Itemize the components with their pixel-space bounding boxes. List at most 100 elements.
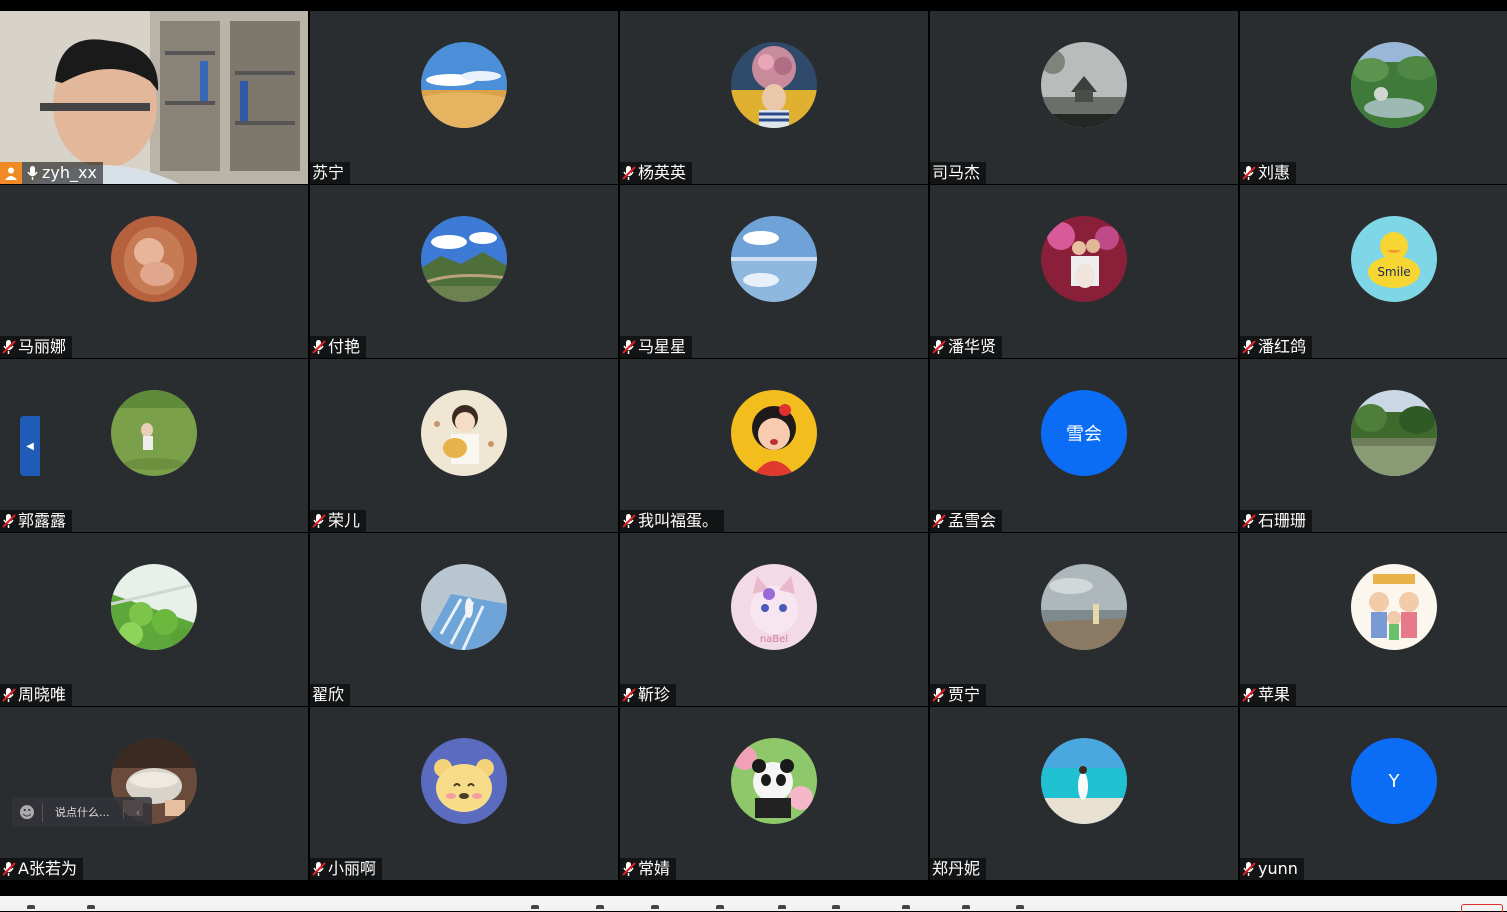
toolbar-icon[interactable]: [24, 904, 38, 911]
participant-name: yunn: [1258, 859, 1298, 878]
participant-name-tag: 马星星: [620, 336, 693, 358]
avatar: [1041, 42, 1127, 128]
participant-tile[interactable]: 潘华贤: [930, 185, 1238, 358]
participant-name-tag: 周晓唯: [0, 684, 73, 706]
participant-name: 孟雪会: [948, 511, 997, 530]
mic-muted-icon: [1242, 165, 1258, 181]
avatar: [1351, 42, 1437, 128]
participant-name-tag: 苹果: [1240, 684, 1297, 706]
participant-tile[interactable]: 翟欣: [310, 533, 618, 706]
participant-name: 小丽啊: [328, 859, 377, 878]
toolbar-icon[interactable]: [648, 904, 662, 911]
participant-name: 苹果: [1258, 685, 1291, 704]
participant-tile[interactable]: 荣儿: [310, 359, 618, 532]
participant-tile[interactable]: 小丽啊: [310, 707, 618, 880]
participant-name-tag: 苏宁: [310, 162, 351, 184]
participant-name-tag: A张若为: [0, 858, 83, 880]
participant-tile[interactable]: A张若为: [0, 707, 308, 880]
host-video-feed: [0, 11, 308, 184]
mic-muted-icon: [932, 687, 948, 703]
svg-text:Smile: Smile: [1377, 265, 1410, 279]
avatar: [731, 738, 817, 824]
participant-name-tag: 杨英英: [620, 162, 693, 184]
avatar: [421, 390, 507, 476]
avatar: [421, 42, 507, 128]
participant-tile[interactable]: 刘惠: [1240, 11, 1507, 184]
avatar: [731, 216, 817, 302]
participant-tile[interactable]: 我叫福蛋。: [620, 359, 928, 532]
chat-input-bar[interactable]: ☻ 说点什么... ‹: [12, 797, 152, 827]
participant-name: 郭露露: [18, 511, 67, 530]
participant-tile[interactable]: 苹果: [1240, 533, 1507, 706]
participant-tile[interactable]: 马星星: [620, 185, 928, 358]
mic-muted-icon: [1242, 513, 1258, 529]
participant-tile[interactable]: Yyunn: [1240, 707, 1507, 880]
participant-name-tag: 翟欣: [310, 684, 351, 706]
participant-name: 苏宁: [312, 163, 345, 182]
collapse-chat-icon[interactable]: ‹: [123, 805, 152, 819]
participant-name: 司马杰: [932, 163, 981, 182]
participant-tile[interactable]: 杨英英: [620, 11, 928, 184]
participant-tile[interactable]: 司马杰: [930, 11, 1238, 184]
mic-muted-icon: [622, 861, 638, 877]
participant-name-tag: 刘惠: [1240, 162, 1297, 184]
participant-name: 马丽娜: [18, 337, 67, 356]
participant-tile[interactable]: 郭露露: [0, 359, 308, 532]
participant-tile[interactable]: 马丽娜: [0, 185, 308, 358]
participant-name-tag: 郭露露: [0, 510, 73, 532]
mic-muted-icon: [932, 513, 948, 529]
participant-name: 周晓唯: [18, 685, 67, 704]
mic-muted-icon: [2, 513, 18, 529]
toolbar-icon[interactable]: [84, 904, 98, 911]
participant-name-tag: yunn: [1240, 858, 1304, 880]
participant-name-tag: 常婧: [620, 858, 677, 880]
collapse-sidebar-arrow-icon[interactable]: ◀: [20, 416, 40, 476]
participant-tile[interactable]: 贾宁: [930, 533, 1238, 706]
toolbar-icon[interactable]: [713, 904, 727, 911]
participant-name: 常婧: [638, 859, 671, 878]
participant-name-tag: 潘红鸽: [1240, 336, 1313, 358]
participant-name: zyh_xx: [42, 163, 97, 182]
participant-name-tag: 荣儿: [310, 510, 367, 532]
avatar: [111, 390, 197, 476]
chat-placeholder[interactable]: 说点什么...: [43, 804, 123, 820]
participant-tile[interactable]: 付艳: [310, 185, 618, 358]
participant-tile[interactable]: 苏宁: [310, 11, 618, 184]
participant-name-tag: 我叫福蛋。: [620, 510, 725, 532]
mic-muted-icon: [312, 513, 328, 529]
avatar: 雪会: [1041, 390, 1127, 476]
participant-tile[interactable]: 常婧: [620, 707, 928, 880]
participant-name-tag: 靳珍: [620, 684, 677, 706]
participant-name: 杨英英: [638, 163, 687, 182]
participant-name: 潘华贤: [948, 337, 997, 356]
participant-name: 潘红鸽: [1258, 337, 1307, 356]
avatar: [1041, 216, 1127, 302]
toolbar-icon[interactable]: [528, 904, 542, 911]
participant-grid: zyh_xx 苏宁 杨英英 司马杰 刘惠马丽娜 付艳 马星星 潘华贤 Smile 潘红鸽郭露露 荣儿…: [0, 11, 1507, 881]
avatar: Smile: [1351, 216, 1437, 302]
toolbar-icon[interactable]: [1013, 904, 1027, 911]
participant-tile[interactable]: 郑丹妮: [930, 707, 1238, 880]
emoji-icon[interactable]: ☻: [12, 802, 43, 822]
participant-name: 翟欣: [312, 685, 345, 704]
mic-muted-icon: [1242, 339, 1258, 355]
participant-tile[interactable]: zyh_xx: [0, 11, 308, 184]
toolbar-icon[interactable]: [959, 904, 973, 911]
participant-name: 我叫福蛋。: [638, 511, 719, 530]
participant-tile[interactable]: naBel 靳珍: [620, 533, 928, 706]
avatar: [111, 216, 197, 302]
bottom-toolbar: [0, 896, 1507, 912]
participant-name: 贾宁: [948, 685, 981, 704]
participant-tile[interactable]: 雪会孟雪会: [930, 359, 1238, 532]
toolbar-icon[interactable]: [775, 904, 789, 911]
participant-tile[interactable]: Smile 潘红鸽: [1240, 185, 1507, 358]
participant-tile[interactable]: 周晓唯: [0, 533, 308, 706]
participant-name-tag: zyh_xx: [0, 162, 103, 184]
toolbar-icon[interactable]: [899, 904, 913, 911]
toolbar-icon[interactable]: [829, 904, 843, 911]
toolbar-icon[interactable]: [593, 904, 607, 911]
participant-tile[interactable]: 石珊珊: [1240, 359, 1507, 532]
avatar: [421, 216, 507, 302]
participant-name-tag: 马丽娜: [0, 336, 73, 358]
participant-name-tag: 司马杰: [930, 162, 987, 184]
